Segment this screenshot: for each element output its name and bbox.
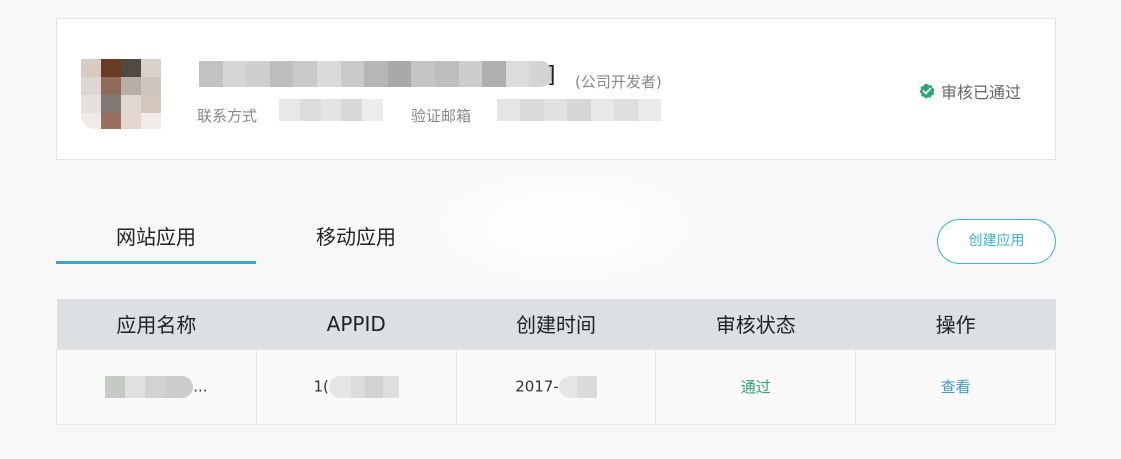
- verification-status: 审核已通过: [919, 79, 1021, 103]
- blurred-watermark: [410, 160, 720, 280]
- app-name-redacted: [105, 375, 194, 398]
- tab-website-apps[interactable]: 网站应用: [56, 218, 256, 264]
- status-approved: 通过: [740, 378, 771, 396]
- avatar: [81, 59, 161, 129]
- appid-cell: 1(: [255, 348, 457, 425]
- developer-name-redacted: [199, 61, 553, 87]
- appid-redacted: [328, 375, 399, 398]
- created-time-cell: 2017-: [455, 348, 657, 425]
- verification-status-text: 审核已通过: [940, 83, 1021, 102]
- verified-check-icon: [919, 83, 935, 99]
- app-table: 应用名称 APPID 创建时间 审核状态 操作 ... 1( 2017- 通过 …: [56, 299, 1056, 425]
- developer-profile-card: ] (公司开发者) 联系方式 验证邮箱 审核已通过: [56, 18, 1056, 160]
- developer-role: (公司开发者): [575, 73, 662, 91]
- create-app-button[interactable]: 创建应用: [937, 219, 1056, 264]
- column-header-app-name: 应用名称: [56, 299, 257, 349]
- table-header-row: 应用名称 APPID 创建时间 审核状态 操作: [56, 299, 1056, 349]
- column-header-created-time: 创建时间: [456, 299, 656, 349]
- app-name-cell: ...: [56, 348, 257, 425]
- actions-cell: 查看: [855, 348, 1056, 425]
- app-type-tabs: 网站应用 移动应用: [56, 218, 456, 264]
- column-header-review-status: 审核状态: [655, 299, 856, 349]
- column-header-actions: 操作: [855, 299, 1056, 349]
- created-time-prefix: 2017-: [515, 377, 559, 395]
- developer-name-suffix: ]: [547, 63, 556, 88]
- contact-value-redacted: [279, 99, 383, 121]
- column-header-appid: APPID: [256, 299, 457, 349]
- created-time-redacted: [558, 375, 597, 398]
- app-name-ellipsis: ...: [193, 377, 208, 395]
- email-value-redacted: [497, 99, 661, 121]
- table-row: ... 1( 2017- 通过 查看: [56, 348, 1056, 425]
- contact-label: 联系方式: [197, 107, 258, 125]
- review-status-cell: 通过: [655, 348, 857, 425]
- view-app-link[interactable]: 查看: [941, 378, 971, 396]
- email-label: 验证邮箱: [411, 107, 472, 125]
- appid-prefix: 1(: [313, 377, 329, 395]
- tab-mobile-apps[interactable]: 移动应用: [256, 218, 456, 264]
